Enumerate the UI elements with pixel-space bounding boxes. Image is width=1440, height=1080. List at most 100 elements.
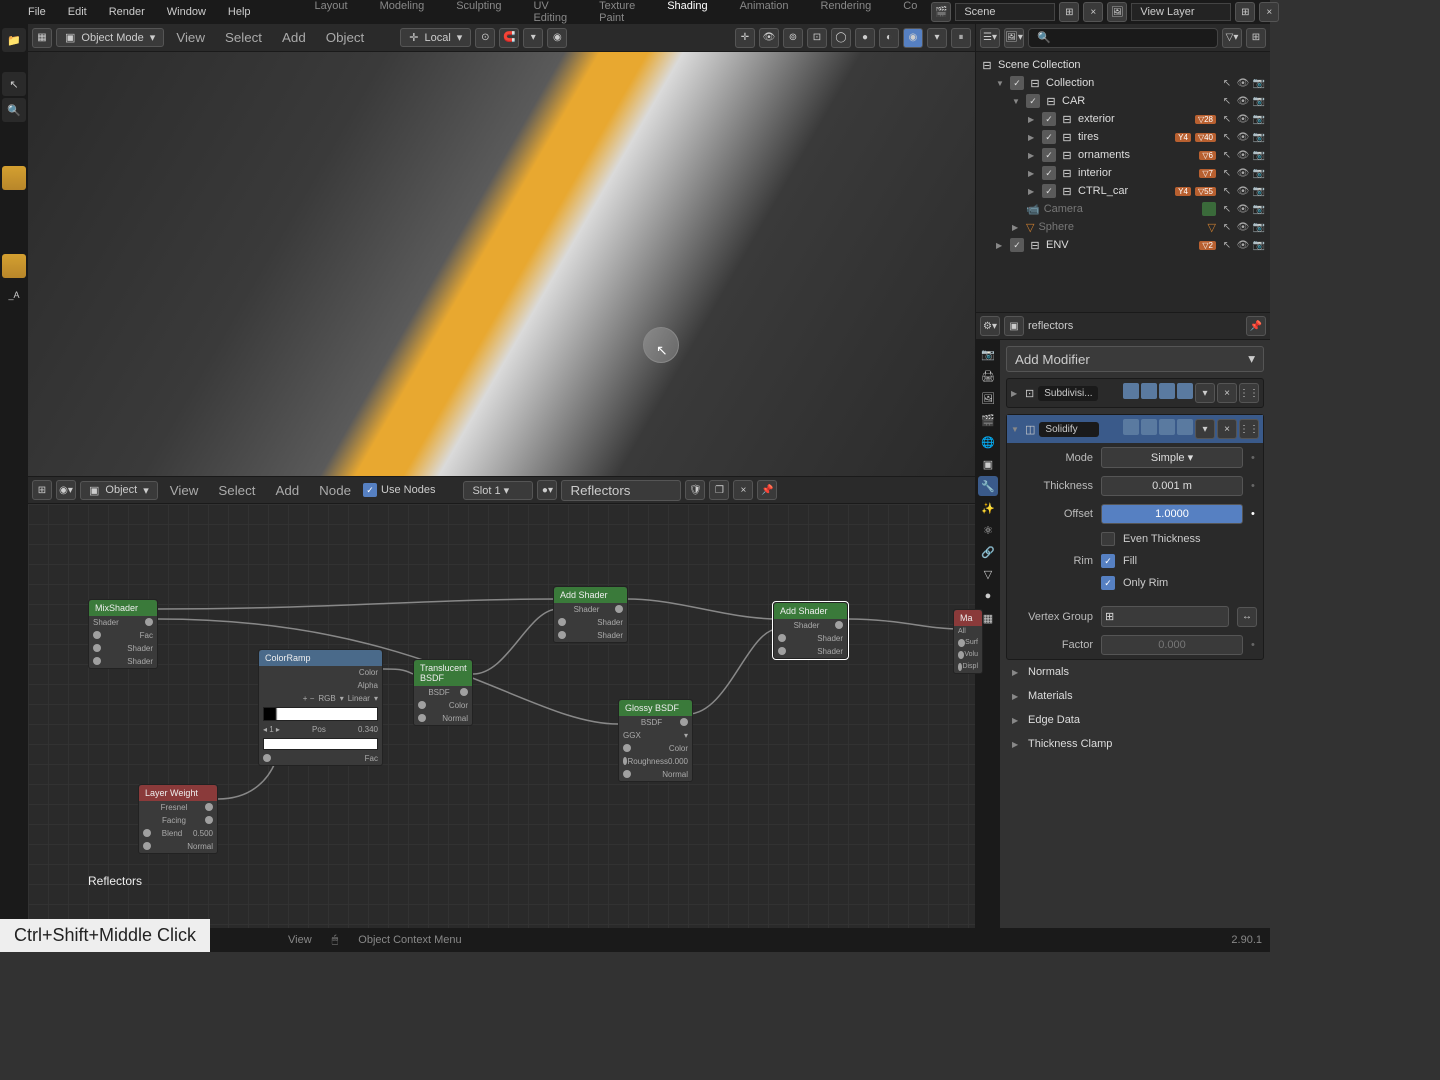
menu-window[interactable]: Window	[157, 2, 216, 22]
outliner-scene-collection[interactable]: ⊟ Scene Collection	[976, 56, 1270, 74]
search-icon[interactable]: 🔍	[2, 98, 26, 122]
node-node-menu[interactable]: Node	[311, 480, 359, 501]
material-ball-icon[interactable]: ●▾	[537, 480, 557, 500]
material-preview-2-icon[interactable]	[2, 254, 26, 278]
viewport-view-menu[interactable]: View	[168, 27, 213, 48]
section-edge-data[interactable]: ▶Edge Data	[1006, 708, 1264, 732]
render-props-tab[interactable]: 📷	[978, 344, 998, 364]
cursor-tool-icon[interactable]: ↖	[2, 72, 26, 96]
node-glossy[interactable]: Glossy BSDF BSDF GGX▾ Color Roughness0.0…	[618, 699, 693, 782]
3d-viewport[interactable]: ↖	[28, 52, 975, 476]
chevron-right-icon[interactable]: ▶	[1028, 187, 1038, 196]
pin-icon[interactable]: 📌	[1246, 316, 1266, 336]
menu-render[interactable]: Render	[99, 2, 155, 22]
offset-input[interactable]: 1.0000	[1101, 504, 1243, 524]
orientation-dropdown[interactable]: ✛ Local ▾	[400, 28, 471, 47]
gizmo-icon[interactable]: ✛	[735, 28, 755, 48]
overlays-visibility-icon[interactable]: 👁	[759, 28, 779, 48]
outliner-item-tires[interactable]: ▶ ✓ ⊟ tires Y4 ▽40 ↖👁📷	[976, 128, 1270, 146]
even-thickness-checkbox[interactable]	[1101, 532, 1115, 546]
scene-name-input[interactable]	[955, 3, 1055, 21]
material-slot-dropdown[interactable]: Slot 1 ▾	[463, 481, 533, 500]
shading-rendered-icon[interactable]: ◉	[903, 28, 923, 48]
file-browser-icon[interactable]: 📁	[2, 28, 26, 52]
properties-editor-icon[interactable]: ⚙▾	[980, 316, 1000, 336]
modifier-solidify[interactable]: ▼ ◫ Solidify ▾ × ⋮⋮	[1006, 414, 1264, 660]
outliner-item-ctrl-car[interactable]: ▶ ✓ ⊟ CTRL_car Y4 ▽55 ↖👁📷	[976, 182, 1270, 200]
outliner-item-car[interactable]: ▼ ✓ ⊟ CAR ↖👁📷	[976, 92, 1270, 110]
chevron-right-icon[interactable]: ▶	[1028, 115, 1038, 124]
mod-render-icon[interactable]	[1177, 383, 1193, 399]
overlays-icon[interactable]: ⊚	[783, 28, 803, 48]
material-preview-icon[interactable]	[2, 166, 26, 190]
mode-dropdown[interactable]: Simple ▾	[1101, 447, 1243, 468]
scene-props-tab[interactable]: 🎬	[978, 410, 998, 430]
chevron-right-icon[interactable]: ▶	[1028, 169, 1038, 178]
shading-dropdown-icon[interactable]: ▾	[927, 28, 947, 48]
editor-type-node-icon[interactable]: ⊞	[32, 480, 52, 500]
shader-object-dropdown[interactable]: ▣ Object ▾	[80, 481, 158, 500]
mod-realtime-icon[interactable]	[1159, 383, 1175, 399]
mod-delete-icon[interactable]: ×	[1217, 383, 1237, 403]
section-materials[interactable]: ▶Materials	[1006, 684, 1264, 708]
outliner-item-sphere[interactable]: ▶ ▽ Sphere ▽ ↖👁📷	[976, 218, 1270, 236]
outliner-item-ornaments[interactable]: ▶ ✓ ⊟ ornaments ▽6 ↖👁📷	[976, 146, 1270, 164]
outliner-item-env[interactable]: ▶ ✓ ⊟ ENV ▽2 ↖👁📷	[976, 236, 1270, 254]
object-mode-dropdown[interactable]: ▣ Object Mode ▾	[56, 28, 164, 47]
use-nodes-checkbox[interactable]: ✓	[363, 483, 377, 497]
node-graph[interactable]: MixShader Shader Fac Shader Shader Color…	[28, 504, 975, 928]
snap-type-icon[interactable]: ▾	[523, 28, 543, 48]
copy-material-icon[interactable]: ❐	[709, 480, 729, 500]
outliner-collection[interactable]: ▼ ✓ ⊟ Collection ↖👁📷	[976, 74, 1270, 92]
pause-render-icon[interactable]: ⏸	[951, 28, 971, 48]
chevron-right-icon[interactable]: ▶	[1028, 151, 1038, 160]
outliner-search-input[interactable]	[1028, 28, 1218, 48]
new-layer-icon[interactable]: ⊞	[1235, 2, 1255, 22]
fill-checkbox[interactable]: ✓	[1101, 554, 1115, 568]
node-select-menu[interactable]: Select	[210, 480, 263, 501]
node-add-shader-1[interactable]: Add Shader Shader Shader Shader	[553, 586, 628, 643]
section-thickness-clamp[interactable]: ▶Thickness Clamp	[1006, 732, 1264, 756]
delete-layer-icon[interactable]: ×	[1259, 2, 1279, 22]
menu-edit[interactable]: Edit	[58, 2, 97, 22]
snap-icon[interactable]: 🧲	[499, 28, 519, 48]
viewport-add-menu[interactable]: Add	[274, 27, 314, 48]
checkbox-icon[interactable]: ✓	[1042, 112, 1056, 126]
fake-user-icon[interactable]: 🛡	[685, 480, 705, 500]
mod-realtime-icon[interactable]	[1159, 419, 1175, 435]
menu-help[interactable]: Help	[218, 2, 261, 22]
shading-solid-icon[interactable]: ●	[855, 28, 875, 48]
scene-browse-icon[interactable]: 🎬	[931, 2, 951, 22]
node-add-shader-2[interactable]: Add Shader Shader Shader Shader	[773, 602, 848, 659]
node-mix-shader[interactable]: MixShader Shader Fac Shader Shader	[88, 599, 158, 669]
proportional-edit-icon[interactable]: ◉	[547, 28, 567, 48]
checkbox-icon[interactable]: ✓	[1010, 238, 1024, 252]
outliner-editor-icon[interactable]: ☰▾	[980, 28, 1000, 48]
node-translucent[interactable]: Translucent BSDF BSDF Color Normal	[413, 659, 473, 726]
checkbox-icon[interactable]: ✓	[1010, 76, 1024, 90]
checkbox-icon[interactable]: ✓	[1042, 184, 1056, 198]
menu-file[interactable]: File	[18, 2, 56, 22]
invert-vgroup-icon[interactable]: ↔	[1237, 607, 1257, 627]
particle-props-tab[interactable]: ✨	[978, 498, 998, 518]
mod-oncage-icon[interactable]	[1123, 383, 1139, 399]
checkbox-icon[interactable]: ✓	[1026, 94, 1040, 108]
xray-toggle-icon[interactable]: ⊡	[807, 28, 827, 48]
delete-scene-icon[interactable]: ×	[1083, 2, 1103, 22]
shader-type-icon[interactable]: ◉▾	[56, 480, 76, 500]
object-props-tab[interactable]: ▣	[978, 454, 998, 474]
unlink-material-icon[interactable]: ×	[733, 480, 753, 500]
thickness-input[interactable]: 0.001 m	[1101, 476, 1243, 496]
mod-delete-icon[interactable]: ×	[1217, 419, 1237, 439]
display-mode-icon[interactable]: 🖼▾	[1004, 28, 1024, 48]
physics-props-tab[interactable]: ⚛	[978, 520, 998, 540]
mod-drag-icon[interactable]: ⋮⋮	[1239, 419, 1259, 439]
filter-icon[interactable]: ▽▾	[1222, 28, 1242, 48]
chevron-right-icon[interactable]: ▶	[1011, 389, 1021, 398]
shading-material-icon[interactable]: ◐	[879, 28, 899, 48]
pin-icon[interactable]: 📌	[757, 480, 777, 500]
viewport-object-menu[interactable]: Object	[318, 27, 373, 48]
mod-menu-icon[interactable]: ▾	[1195, 419, 1215, 439]
outliner-item-camera[interactable]: 📹 Camera ↖👁📷	[976, 200, 1270, 218]
mod-render-icon[interactable]	[1177, 419, 1193, 435]
